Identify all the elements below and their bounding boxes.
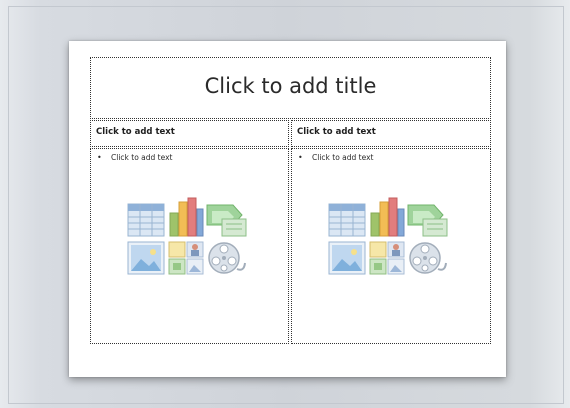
bullet: • (298, 153, 303, 162)
left-content-placeholder-text: Click to add text (111, 153, 173, 162)
insert-clip-art-icon[interactable] (168, 241, 204, 275)
right-bullet-row: • Click to add text (298, 153, 373, 162)
insert-clip-art-icon[interactable] (369, 241, 405, 275)
insert-chart-icon[interactable] (369, 197, 405, 237)
insert-media-icon[interactable] (408, 239, 448, 277)
insert-picture-icon[interactable] (127, 241, 165, 275)
slide[interactable]: Click to add title Click to add text Cli… (69, 41, 506, 377)
left-heading-placeholder-text: Click to add text (96, 127, 175, 137)
title-placeholder[interactable]: Click to add title (90, 57, 491, 119)
left-bullet-row: • Click to add text (97, 153, 172, 162)
insert-chart-icon[interactable] (168, 197, 204, 237)
bullet: • (97, 153, 102, 162)
insert-picture-icon[interactable] (328, 241, 366, 275)
insert-media-icon[interactable] (207, 239, 247, 277)
title-placeholder-text: Click to add title (204, 74, 377, 98)
right-content-placeholder[interactable]: • Click to add text (291, 148, 491, 344)
left-content-placeholder[interactable]: • Click to add text (90, 148, 289, 344)
right-heading-placeholder[interactable]: Click to add text (291, 120, 491, 147)
insert-table-icon[interactable] (328, 203, 366, 237)
left-content-icons (127, 197, 249, 277)
insert-smartart-icon[interactable] (407, 203, 449, 237)
insert-smartart-icon[interactable] (206, 203, 248, 237)
insert-table-icon[interactable] (127, 203, 165, 237)
right-heading-placeholder-text: Click to add text (297, 127, 376, 137)
slide-editor-canvas: Click to add title Click to add text Cli… (0, 0, 570, 408)
right-content-icons (328, 197, 450, 277)
left-heading-placeholder[interactable]: Click to add text (90, 120, 289, 147)
right-content-placeholder-text: Click to add text (312, 153, 374, 162)
